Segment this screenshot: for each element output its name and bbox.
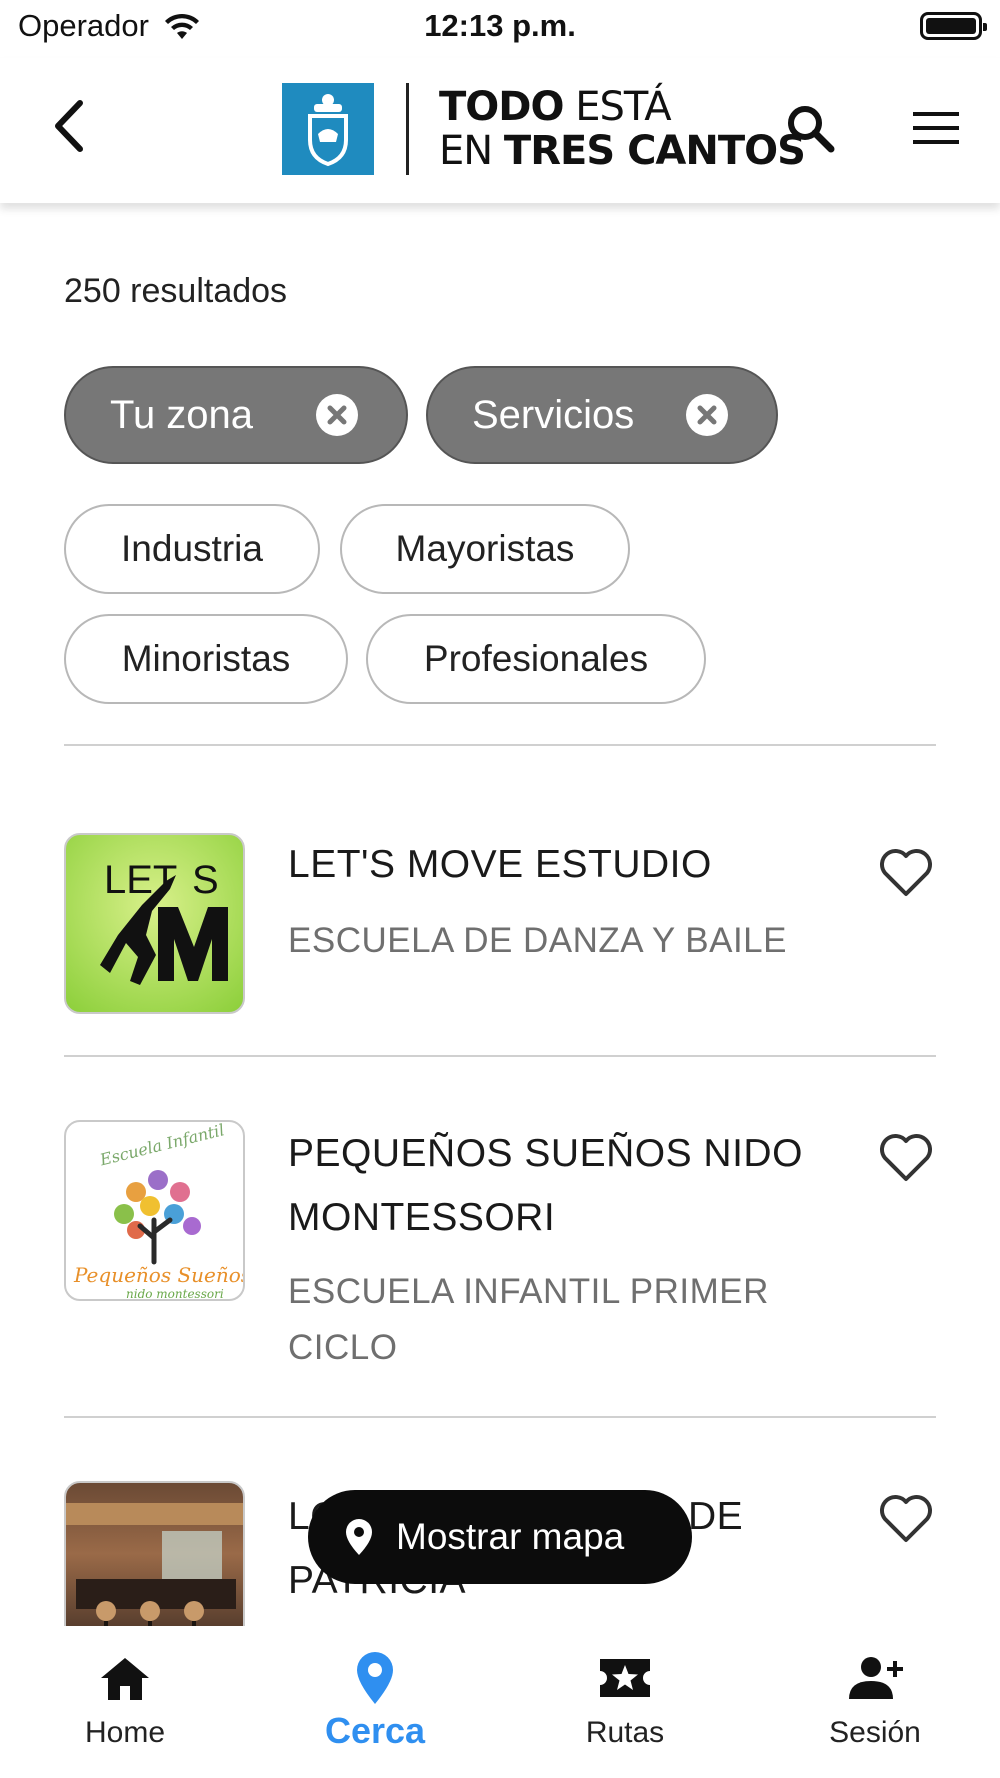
active-filter-chip-servicios[interactable]: Servicios [426,366,778,464]
brand-wordmark: TODO ESTÁ EN TRES CANTOS [439,84,806,174]
close-icon [327,405,347,425]
close-icon [697,405,717,425]
listing-title-line: PEQUEÑOS SUEÑOS NIDO [288,1132,803,1175]
chip-label: Tu zona [110,392,254,437]
nav-label: Rutas [585,1716,665,1749]
chip-label: Mayoristas [395,528,575,569]
filter-chip-minoristas[interactable]: Minoristas [64,614,348,704]
nav-item-cerca[interactable]: Cerca [250,1626,500,1778]
brand-logo[interactable]: TODO ESTÁ EN TRES CANTOS [282,82,806,176]
filter-chip-industria[interactable]: Industria [64,504,320,594]
section-divider [64,744,936,746]
home-icon [99,1650,151,1706]
favorite-button[interactable] [876,1491,936,1547]
svg-text:nido montessori: nido montessori [126,1287,224,1301]
active-filter-chip-tu-zona[interactable]: Tu zona [64,366,408,464]
listing-category-line: ESCUELA INFANTIL PRIMER [288,1272,769,1311]
svg-text:S: S [192,858,219,902]
menu-button[interactable] [906,98,966,158]
chip-label: Profesionales [423,638,649,679]
show-map-button[interactable]: Mostrar mapa [308,1490,692,1584]
back-button[interactable] [38,96,98,156]
brand-word-esta: ESTÁ [575,84,671,130]
nav-label: Cerca [324,1710,426,1751]
logo-text: LET [104,858,177,902]
heart-outline-icon [880,1134,932,1181]
remove-filter-button[interactable] [316,394,358,436]
hamburger-menu-icon [913,112,959,144]
show-map-label: Mostrar mapa [396,1516,625,1557]
battery-icon [920,12,987,40]
nav-item-home[interactable]: Home [0,1626,250,1778]
chevron-left-icon [55,100,83,152]
chip-label: Minoristas [121,638,291,679]
favorite-button[interactable] [876,845,936,901]
nav-label: Home [84,1716,166,1749]
brand-word-en: EN [439,128,493,174]
heart-outline-icon [880,1495,932,1542]
list-item[interactable]: Escuela Infantil Pequeños Sueños nido mo… [64,1120,936,1390]
listing-title-line: MONTESSORI [288,1196,556,1239]
search-icon [788,106,835,153]
chip-label: Servicios [472,392,635,437]
brand-word-tres-cantos: TRES CANTOS [503,128,806,174]
favorite-button[interactable] [876,1130,936,1186]
map-pin-icon [346,1519,372,1555]
list-divider [64,1055,936,1057]
filter-chip-mayoristas[interactable]: Mayoristas [340,504,630,594]
nav-item-sesion[interactable]: Sesión [750,1626,1000,1778]
heart-outline-icon [880,849,932,896]
add-user-icon [845,1650,905,1706]
listing-title: PEQUEÑOS SUEÑOS NIDO MONTESSORI [288,1122,803,1250]
brand-word-todo: TODO [439,84,564,130]
svg-text:Escuela Infantil: Escuela Infantil [97,1122,226,1170]
nav-label: Sesión [829,1716,921,1749]
list-divider [64,1416,936,1418]
listing-category: ESCUELA DE DANZA Y BAILE [288,921,787,960]
location-pin-icon [355,1650,395,1706]
svg-text:Pequeños Sueños: Pequeños Sueños [73,1263,245,1287]
chip-label: Industria [121,528,263,569]
coat-of-arms-icon [282,83,374,175]
results-count: 250 resultados [64,272,288,310]
brand-divider [406,83,409,175]
listing-title: LET'S MOVE ESTUDIO [288,843,712,886]
status-time: 12:13 p.m. [424,8,576,43]
filter-chip-profesionales[interactable]: Profesionales [366,614,706,704]
status-bar: Operador 12:13 p.m. [0,0,1000,56]
listing-category: ESCUELA INFANTIL PRIMER CICLO [288,1264,769,1376]
list-item[interactable]: LET S LET'S MOVE ESTUDIO ESCUELA DE DANZ… [64,833,936,1014]
search-button[interactable] [780,98,840,158]
bottom-navigation: Home Cerca Rutas Sesión [0,1626,1000,1778]
listing-category-line: CICLO [288,1328,398,1367]
ticket-star-icon [598,1650,652,1706]
listing-logo-pequenos-suenos: Escuela Infantil Pequeños Sueños nido mo… [64,1120,245,1301]
listing-title-fragment: DE [688,1495,744,1538]
listing-logo-lets-move: LET S [64,833,245,1014]
remove-filter-button[interactable] [686,394,728,436]
app-header: TODO ESTÁ EN TRES CANTOS [0,58,1000,203]
nav-item-rutas[interactable]: Rutas [500,1626,750,1778]
